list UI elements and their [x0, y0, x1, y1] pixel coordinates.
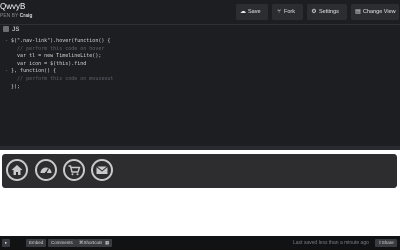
js-tab[interactable]: JS: [3, 26, 27, 34]
nav-link-cart[interactable]: [63, 159, 85, 181]
fork-icon: ⑂: [277, 9, 281, 15]
code-line-text: // perform this code on mouseout: [11, 75, 114, 82]
share-button[interactable]: ⇪Share: [375, 239, 397, 247]
code-line-text: }, function() {: [11, 68, 57, 75]
top-bar: QwvyB PEN BY Craig ☁ Save ⑂ Fork ⚙ Settings…: [0, 0, 400, 24]
author-prefix: PEN BY: [0, 13, 19, 19]
pen-author: PEN BY Craig: [0, 13, 32, 19]
code-line-text: });: [11, 83, 21, 90]
code-line-text: var icon = $(this).find: [11, 60, 87, 67]
page-layout-button[interactable]: ▦: [102, 239, 113, 247]
code-line: // perform this code on mouseout: [5, 76, 385, 84]
fork-label: Fork: [284, 9, 295, 15]
save-button[interactable]: ☁ Save: [236, 4, 268, 20]
code-line-text: $(".nav-link").hover(function() {: [11, 38, 111, 44]
fork-button[interactable]: ⑂ Fork: [272, 4, 303, 20]
preview-navbar: [2, 154, 397, 188]
code-line: - $(".nav-link").hover(function() {: [5, 38, 111, 44]
code-area[interactable]: - $(".nav-link").hover(function() { // p…: [5, 38, 385, 91]
console-button[interactable]: ▸: [2, 239, 11, 247]
layout-icon: ▤: [355, 9, 361, 15]
change-view-button[interactable]: ▤ Change View: [351, 4, 399, 20]
save-label: Save: [248, 9, 261, 15]
settings-button[interactable]: ⚙ Settings: [307, 4, 347, 20]
js-settings-icon[interactable]: [3, 26, 9, 32]
gear-icon: ⚙: [311, 9, 317, 15]
cart-icon: [68, 165, 81, 176]
preview-pane: [0, 150, 400, 236]
code-line: });: [5, 84, 385, 92]
grid-icon: ▦: [105, 240, 110, 245]
nav-link-home[interactable]: [6, 159, 28, 181]
dashboard-icon: [40, 167, 52, 175]
author-name[interactable]: Craig: [20, 13, 33, 19]
code-line: var icon = $(this).find: [5, 61, 385, 69]
code-line: // perform this code on hover: [5, 46, 385, 54]
change-view-label: Change View: [363, 9, 396, 15]
envelope-icon: [96, 166, 108, 174]
terminal-icon: ▸: [5, 240, 8, 245]
cloud-icon: ☁: [240, 9, 246, 15]
pen-title[interactable]: QwvyB: [0, 2, 25, 11]
code-line: var tl = new TimelineLite();: [5, 53, 385, 61]
home-icon: [11, 165, 23, 175]
js-tab-label: JS: [12, 27, 20, 33]
settings-label: Settings: [319, 9, 339, 15]
shortcuts-label: Shortcuts: [83, 240, 103, 245]
nav-link-mail[interactable]: [91, 159, 113, 181]
code-line-text: // perform this code on hover: [11, 45, 105, 52]
comments-button[interactable]: Comments: [48, 239, 76, 247]
embed-button[interactable]: Embed: [26, 239, 47, 247]
share-label: Share: [381, 240, 394, 245]
save-status: Last saved less than a minute ago: [293, 240, 369, 246]
footer-bar: ▸ Embed Comments ⌘Shortcuts ▦ Last saved…: [0, 236, 400, 250]
nav-link-dashboard[interactable]: [35, 159, 57, 181]
code-line-text: var tl = new TimelineLite();: [11, 53, 102, 60]
code-line: - }, function() {: [5, 68, 57, 75]
